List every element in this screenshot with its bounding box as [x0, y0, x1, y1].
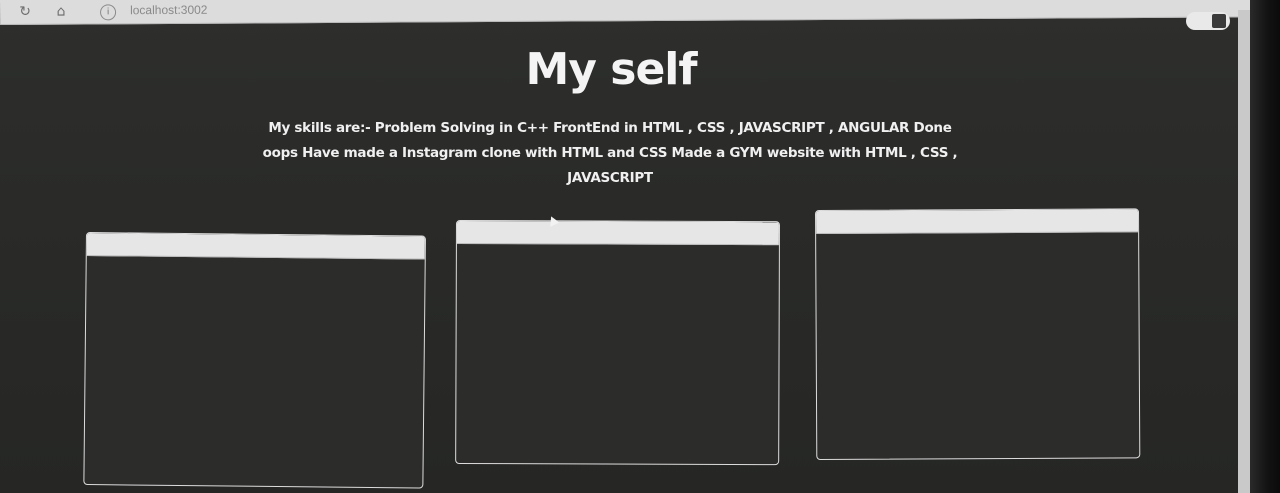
scrollbar[interactable] — [1238, 10, 1250, 493]
project-card[interactable] — [815, 208, 1141, 460]
address-bar-url[interactable]: localhost:3002 — [130, 3, 207, 17]
screen: ↻ ⌂ i localhost:3002 My self My skills a… — [0, 0, 1280, 493]
browser-toolbar: ↻ ⌂ i localhost:3002 — [0, 0, 1263, 25]
reload-icon[interactable]: ↻ — [16, 3, 34, 21]
card-header — [86, 233, 425, 260]
page-title: My self — [525, 44, 697, 95]
extension-toggle-icon[interactable] — [1186, 12, 1230, 30]
monitor-bezel — [1250, 0, 1280, 493]
skills-description: My skills are:- Problem Solving in C++ F… — [262, 120, 958, 186]
card-header — [816, 209, 1139, 234]
project-card[interactable] — [455, 220, 780, 466]
project-card[interactable] — [83, 232, 426, 489]
card-header — [456, 221, 779, 246]
info-icon[interactable]: i — [100, 4, 117, 21]
home-icon[interactable]: ⌂ — [52, 3, 70, 21]
